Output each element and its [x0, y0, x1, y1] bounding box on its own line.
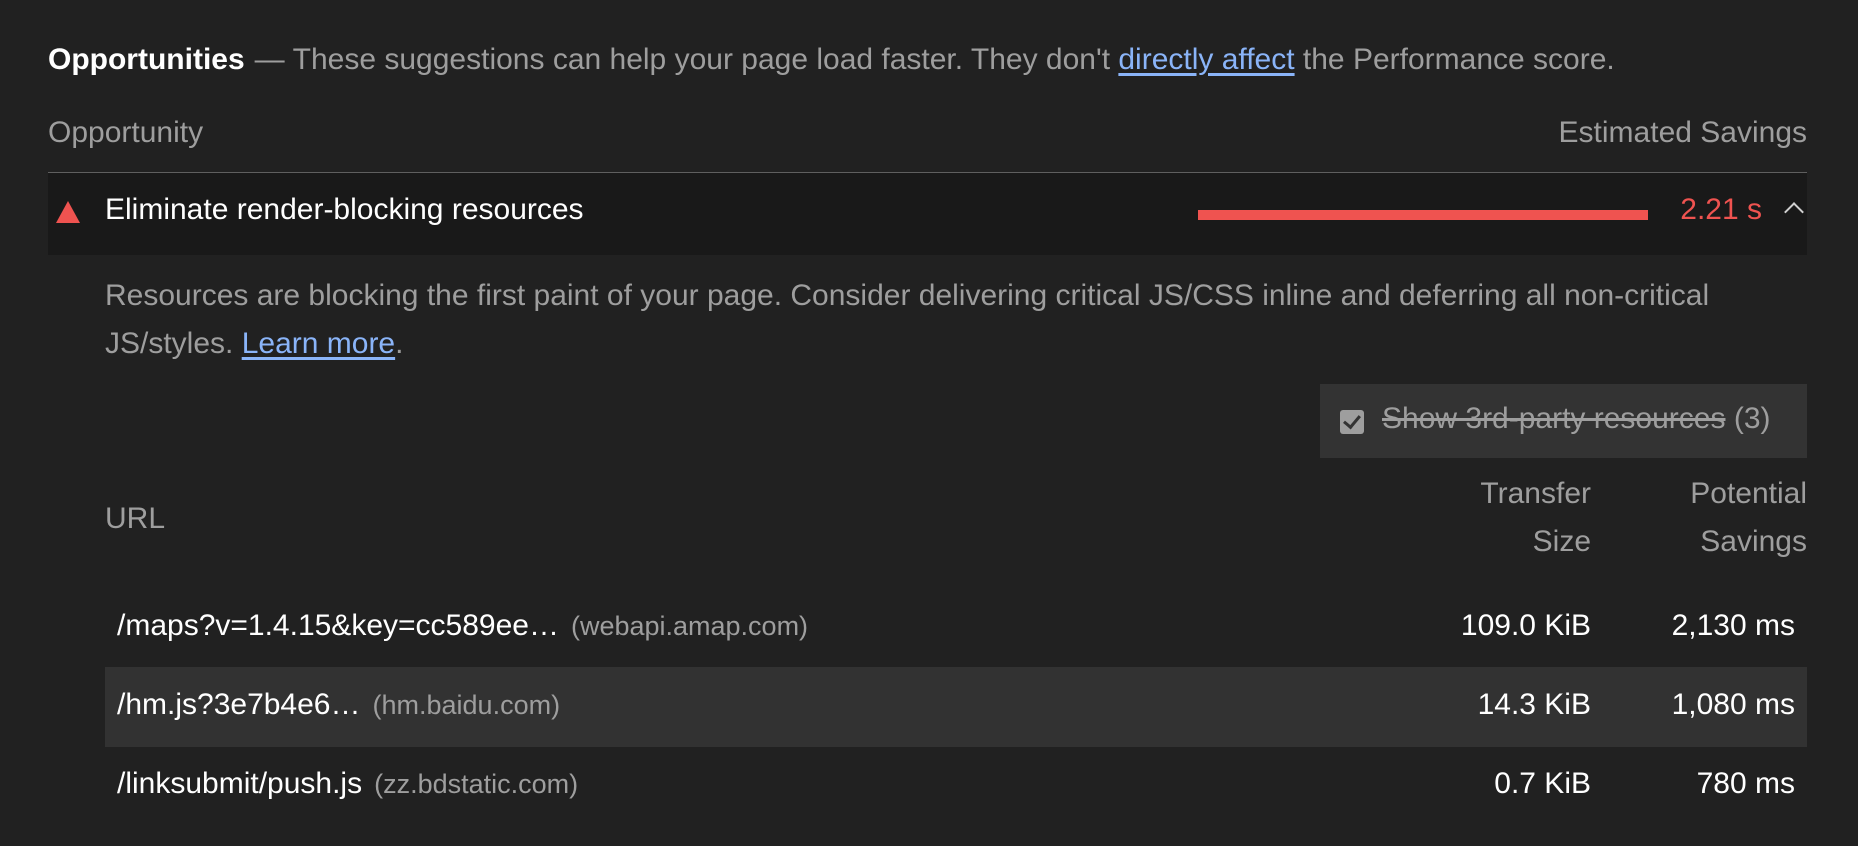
header-potential-savings: Potential Savings	[1690, 470, 1807, 566]
url-cell[interactable]: /maps?v=1.4.15&key=cc589ee… (webapi.amap.…	[117, 609, 808, 643]
chevron-up-icon[interactable]	[1784, 202, 1804, 222]
table-row: /hm.js?3e7b4e6… (hm.baidu.com) 14.3 KiB 1…	[105, 667, 1807, 747]
savings-bar-fill	[1198, 210, 1648, 220]
group-description-end: the Performance score.	[1294, 43, 1615, 76]
resource-host: (hm.baidu.com)	[372, 690, 561, 720]
column-opportunity: Opportunity	[48, 116, 204, 149]
header-potential-savings-line1: Potential	[1690, 477, 1807, 510]
table-row: /maps?v=1.4.15&key=cc589ee… (webapi.amap.…	[105, 588, 1807, 668]
audit-description-end: .	[395, 327, 404, 360]
learn-more-link[interactable]: Learn more	[242, 327, 395, 360]
table-row: /linksubmit/push.js (zz.bdstatic.com) 0.7…	[105, 746, 1807, 826]
third-party-filter-text: Show 3rd-party resources	[1382, 402, 1726, 435]
header-potential-savings-line2: Savings	[1700, 525, 1807, 558]
resource-url: /linksubmit/push.js	[117, 767, 363, 800]
transfer-size-cell: 0.7 KiB	[1494, 767, 1591, 800]
third-party-count: (3)	[1733, 402, 1771, 435]
group-separator: —	[254, 43, 285, 76]
resource-host: (zz.bdstatic.com)	[374, 769, 579, 799]
fail-triangle-icon	[56, 201, 80, 223]
transfer-size-cell: 14.3 KiB	[1477, 688, 1591, 721]
potential-savings-cell: 780 ms	[1696, 767, 1795, 800]
potential-savings-cell: 1,080 ms	[1671, 688, 1795, 721]
third-party-filter-label[interactable]: Show 3rd-party resources (3)	[1382, 402, 1771, 436]
transfer-size-cell: 109.0 KiB	[1460, 609, 1591, 642]
third-party-checkbox[interactable]	[1340, 410, 1364, 434]
header-transfer-size-line2: Size	[1532, 525, 1591, 558]
audit-render-blocking-resources[interactable]: Eliminate render-blocking resources 2.21…	[48, 173, 1807, 255]
group-title: Opportunities	[48, 43, 245, 76]
resource-url: /maps?v=1.4.15&key=cc589ee…	[117, 609, 559, 642]
savings-value: 2.21 s	[1680, 193, 1762, 226]
savings-bar	[1198, 210, 1648, 220]
audit-description: Resources are blocking the first paint o…	[105, 272, 1795, 368]
column-estimated-savings: Estimated Savings	[1558, 116, 1807, 149]
url-cell[interactable]: /hm.js?3e7b4e6… (hm.baidu.com)	[117, 688, 560, 722]
column-header: Opportunity Estimated Savings	[48, 112, 1807, 173]
header-url: URL	[105, 502, 166, 535]
third-party-filter[interactable]: Show 3rd-party resources (3)	[1320, 384, 1807, 458]
potential-savings-cell: 2,130 ms	[1671, 609, 1795, 642]
directly-affect-link[interactable]: directly affect	[1118, 43, 1294, 76]
resource-host: (webapi.amap.com)	[570, 611, 809, 641]
audit-title: Eliminate render-blocking resources	[105, 193, 584, 226]
header-transfer-size: Transfer Size	[1480, 470, 1591, 566]
header-transfer-size-line1: Transfer	[1480, 477, 1591, 510]
group-header: Opportunities — These suggestions can help…	[48, 38, 1615, 82]
url-cell[interactable]: /linksubmit/push.js (zz.bdstatic.com)	[117, 767, 578, 801]
table-header: URL Transfer Size Potential Savings	[105, 470, 1807, 574]
resource-url: /hm.js?3e7b4e6…	[117, 688, 361, 721]
group-description: These suggestions can help your page loa…	[292, 43, 1119, 76]
